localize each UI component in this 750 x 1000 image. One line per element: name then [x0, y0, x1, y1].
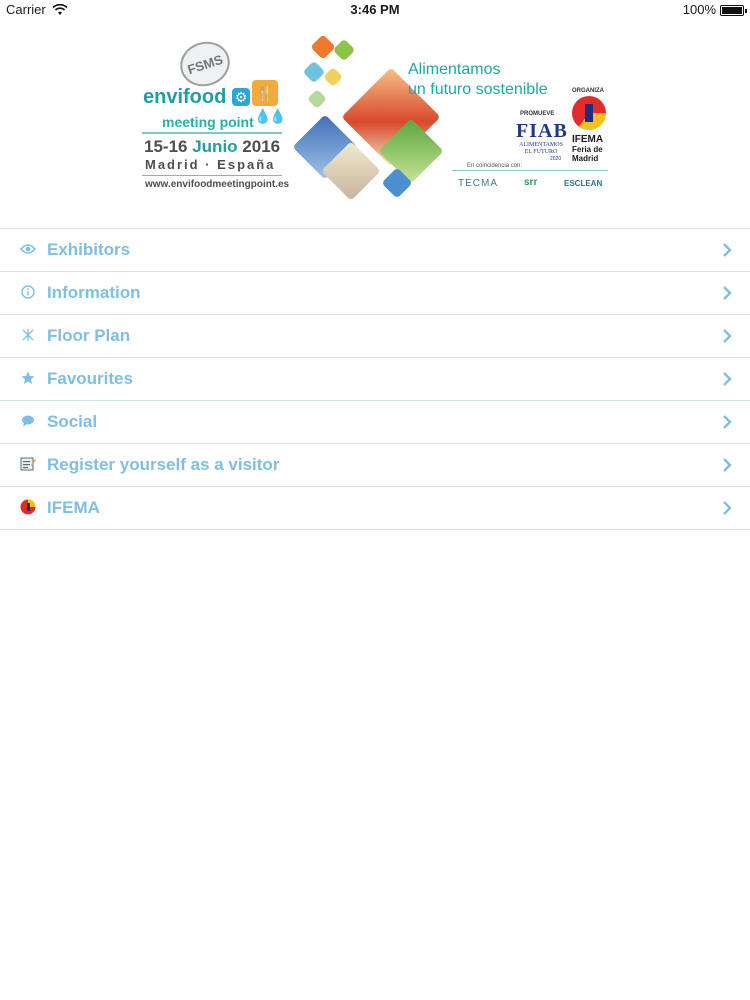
chevron-right-icon	[723, 372, 732, 386]
fiab-year: 2020	[550, 156, 562, 162]
event-dates: 15-16 Junio 2016	[144, 137, 280, 157]
ifema-name: IFEMA	[572, 134, 604, 145]
brand-block: FSMS envifood ⚙ 🍴 💧💧 meeting point 15-16…	[140, 32, 290, 202]
event-website: www.envifoodmeetingpoint.es	[145, 179, 290, 190]
dates-prefix: 15-16	[144, 137, 188, 156]
tagline-line2: un futuro sostenible	[408, 81, 548, 98]
fiab-logo: FIAB	[516, 120, 568, 142]
menu-item-social[interactable]: Social	[0, 400, 750, 443]
dates-year: 2016	[242, 137, 281, 156]
star-icon	[20, 370, 36, 386]
map-icon	[20, 327, 36, 343]
menu-item-label: Exhibitors	[47, 240, 131, 259]
ifema-logo-icon	[20, 499, 36, 515]
chevron-right-icon	[723, 243, 732, 257]
brand-name: envifood	[143, 86, 227, 108]
gear-icon: ⚙	[232, 88, 250, 106]
menu-item-label: Register yourself as a visitor	[47, 455, 280, 474]
event-city: Madrid · España	[145, 157, 276, 172]
status-time: 3:46 PM	[350, 2, 400, 17]
menu-item-register-visitor[interactable]: Register yourself as a visitor	[0, 443, 750, 486]
chevron-right-icon	[723, 501, 732, 515]
main-menu: Exhibitors Information Floor Plan Favour…	[0, 228, 750, 530]
partner-tecma-logo: TECMA	[458, 178, 498, 189]
food-mosaic-image	[292, 32, 445, 201]
chat-bubble-icon	[20, 413, 36, 429]
brand-divider-2	[142, 175, 282, 176]
chevron-right-icon	[723, 329, 732, 343]
fsms-badge: FSMS	[174, 35, 236, 93]
status-bar: Carrier 3:46 PM 100%	[0, 0, 750, 20]
brand-divider	[142, 132, 282, 134]
partners-divider	[452, 170, 608, 171]
battery-percent: 100%	[682, 2, 716, 17]
menu-item-ifema[interactable]: IFEMA	[0, 486, 750, 530]
ifema-subtitle: Feria de Madrid	[572, 145, 603, 163]
ifema-logo-icon	[572, 96, 606, 130]
menu-item-label: Favourites	[47, 369, 133, 388]
fiab-subtitle: ALIMENTAMOS EL FUTURO	[519, 142, 563, 155]
cutlery-icon: 🍴	[252, 80, 278, 106]
tagline-line1: Alimentamos	[408, 61, 501, 78]
status-right: 100%	[682, 0, 747, 20]
chevron-right-icon	[723, 286, 732, 300]
menu-item-floor-plan[interactable]: Floor Plan	[0, 314, 750, 357]
coincidencia-label: En coincidencia con:	[465, 163, 525, 169]
partner-srr-logo: srr	[524, 177, 538, 188]
register-form-icon	[20, 456, 36, 472]
menu-item-favourites[interactable]: Favourites	[0, 357, 750, 400]
partner-clean-logo: ESCLEAN	[564, 179, 603, 188]
eye-icon	[20, 241, 36, 257]
organiza-label: ORGANIZA	[572, 88, 604, 94]
menu-item-information[interactable]: Information	[0, 271, 750, 314]
water-drops-icon: 💧💧	[254, 108, 287, 124]
event-banner: FSMS envifood ⚙ 🍴 💧💧 meeting point 15-16…	[140, 32, 610, 202]
menu-item-label: Social	[47, 412, 98, 431]
chevron-right-icon	[723, 415, 732, 429]
dates-month: Junio	[192, 137, 238, 156]
brand-subtitle: meeting point	[162, 114, 254, 130]
menu-item-exhibitors[interactable]: Exhibitors	[0, 228, 750, 271]
promueve-label: PROMUEVE	[520, 111, 555, 117]
chevron-right-icon	[723, 458, 732, 472]
menu-item-label: IFEMA	[47, 498, 100, 517]
menu-item-label: Information	[47, 283, 141, 302]
menu-item-label: Floor Plan	[47, 326, 131, 345]
banner-tagline: Alimentamos un futuro sostenible	[408, 60, 578, 100]
battery-icon	[720, 4, 747, 16]
info-icon	[20, 284, 36, 300]
